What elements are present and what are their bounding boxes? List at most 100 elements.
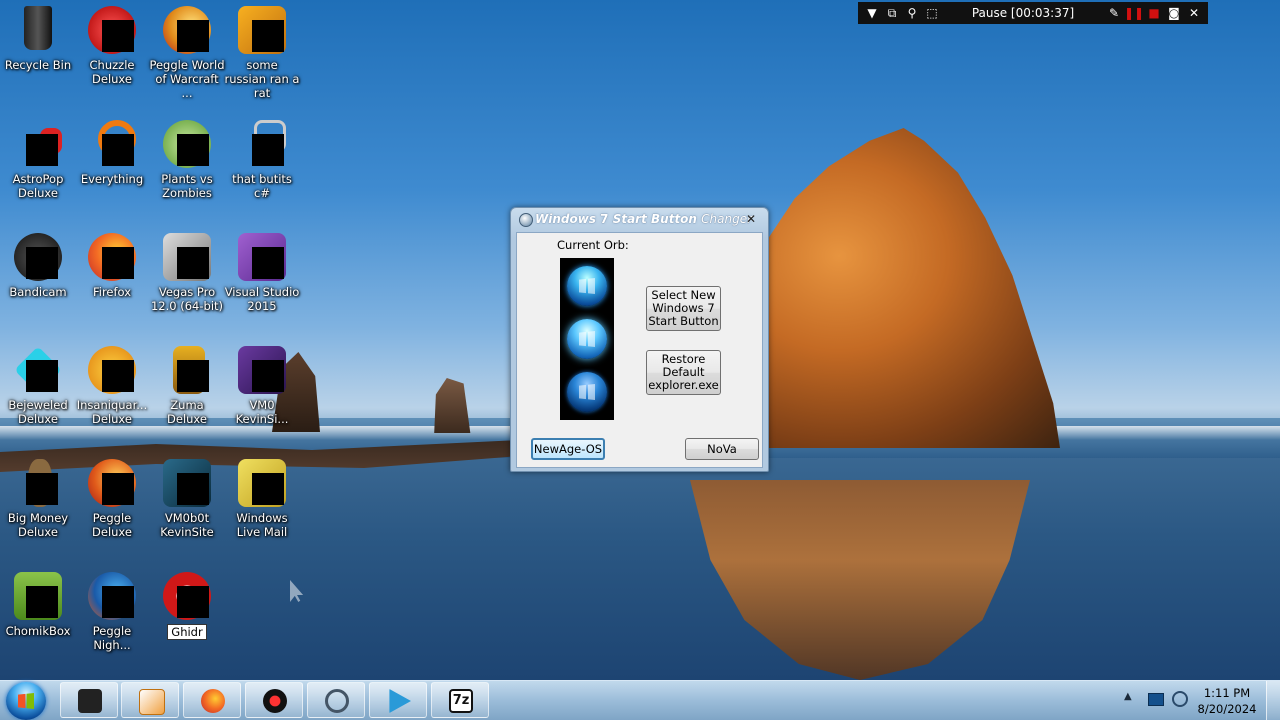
taskbar-item-vegas[interactable] (369, 682, 427, 718)
desktop-icon-label: Peggle World of Warcraft ... (149, 58, 225, 100)
desktop-icon-label: Bandicam (9, 285, 67, 299)
redacted-icon-overlay (102, 247, 134, 279)
terminal-icon (78, 689, 102, 713)
wallpaper-small-rock (434, 378, 471, 433)
redacted-icon-overlay (177, 473, 209, 505)
media-player-icon (139, 689, 165, 715)
redacted-icon-overlay (177, 20, 209, 52)
redacted-icon-overlay (252, 134, 284, 166)
desktop[interactable]: Recycle Bin AstroPop Deluxe Bandicam Bej… (0, 0, 1280, 680)
redacted-icon-overlay (177, 247, 209, 279)
search-icon[interactable]: ⚲ (902, 3, 922, 23)
taskbar-item-terminal[interactable] (60, 682, 118, 718)
redacted-icon-overlay (26, 247, 58, 279)
select-region-icon[interactable]: ⬚ (922, 3, 942, 23)
redacted-icon-overlay (102, 134, 134, 166)
pencil-icon[interactable]: ✎ (1104, 3, 1124, 23)
clock[interactable]: 1:11 PM 8/20/2024 (1196, 685, 1258, 717)
desktop-icon-label: Visual Studio 2015 (224, 285, 300, 313)
desktop-icon-label: Insaniquar... Deluxe (76, 398, 148, 426)
desktop-icon-zuma[interactable]: Zuma Deluxe (149, 346, 225, 426)
desktop-icon-bandicam[interactable]: Bandicam (0, 233, 76, 299)
redacted-icon-overlay (26, 586, 58, 618)
desktop-icon-windows-live-mail[interactable]: Windows Live Mail (224, 459, 300, 539)
desktop-icon-label: Plants vs Zombies (161, 172, 213, 200)
taskbar: 7z ▲ 1:11 PM 8/20/2024 (0, 680, 1280, 720)
redacted-icon-overlay (177, 586, 209, 618)
desktop-icon-label: Everything (80, 172, 144, 186)
desktop-icon-plants-vs-zombies[interactable]: Plants vs Zombies (149, 120, 225, 200)
nova-button[interactable]: NoVa (685, 438, 759, 460)
display-icon[interactable] (1148, 693, 1164, 706)
pause-icon[interactable]: ❚❚ (1124, 3, 1144, 23)
select-new-start-button[interactable]: Select New Windows 7 Start Button (646, 286, 721, 331)
start-orb-button[interactable] (6, 682, 46, 720)
desktop-icon-label: some russian ran a rat (224, 58, 300, 100)
desktop-icon-label: Windows Live Mail (236, 511, 288, 539)
redacted-icon-overlay (252, 473, 284, 505)
camera-icon[interactable]: ◙ (1164, 3, 1184, 23)
desktop-icon-recycle-bin[interactable]: Recycle Bin (0, 6, 76, 72)
desktop-icon-chomikbox[interactable]: ChomikBox (0, 572, 76, 638)
desktop-icon-ghidra[interactable]: Ghidr (149, 572, 225, 640)
taskbar-item-7zip[interactable]: 7z (431, 682, 489, 718)
desktop-icon-vm0b0t[interactable]: VM0b0t KevinSite (149, 459, 225, 539)
desktop-icon-peggle-wow[interactable]: Peggle World of Warcraft ... (149, 6, 225, 100)
clock-date: 8/20/2024 (1197, 702, 1257, 716)
show-desktop-button[interactable] (1266, 681, 1280, 720)
current-orb-label: Current Orb: (557, 238, 629, 252)
desktop-icon-astropop[interactable]: AstroPop Deluxe (0, 120, 76, 200)
desktop-icon-label: Vegas Pro 12.0 (64-bit) (150, 285, 224, 313)
window-titlebar[interactable]: Windows 7 Start Button Changer ✕ (511, 208, 768, 232)
desktop-icon-visual-studio[interactable]: Visual Studio 2015 (224, 233, 300, 313)
screen-recorder-bar[interactable]: ▼ ⧉ ⚲ ⬚ Pause [00:03:37] ✎ ❚❚ ■ ◙ ✕ (858, 2, 1208, 24)
taskbar-item-firefox[interactable] (183, 682, 241, 718)
desktop-icon-label: Peggle Deluxe (92, 511, 132, 539)
desktop-icon-label: Zuma Deluxe (167, 398, 207, 426)
desktop-icon-that-butits[interactable]: that butits c# (224, 120, 300, 200)
taskbar-item-bandicam[interactable] (245, 682, 303, 718)
desktop-icon-peggle-nights[interactable]: Peggle Nigh... (74, 572, 150, 652)
desktop-icon-insaniquarium[interactable]: Insaniquar... Deluxe (74, 346, 150, 426)
redacted-icon-overlay (252, 247, 284, 279)
desktop-icon-some-russian[interactable]: some russian ran a rat (224, 6, 300, 100)
window-title: Windows 7 Start Button Changer (535, 212, 753, 226)
dropdown-icon[interactable]: ▼ (862, 3, 882, 23)
window-client-area: Current Orb: Select New Windows 7 Start … (516, 232, 763, 468)
redacted-icon-overlay (102, 473, 134, 505)
desktop-icon-chuzzle[interactable]: Chuzzle Deluxe (74, 6, 150, 86)
start-button-changer-window[interactable]: Windows 7 Start Button Changer ✕ Current… (510, 207, 769, 472)
stop-icon[interactable]: ■ (1144, 3, 1164, 23)
desktop-icon-everything[interactable]: Everything (74, 120, 150, 186)
redacted-icon-overlay (252, 20, 284, 52)
7zip-icon: 7z (449, 689, 473, 713)
desktop-icon-big-money[interactable]: Big Money Deluxe (0, 459, 76, 539)
desktop-icon-firefox[interactable]: Firefox (74, 233, 150, 299)
app-icon (519, 213, 533, 227)
network-icon[interactable] (1172, 691, 1188, 707)
newage-os-button[interactable]: NewAge-OS (531, 438, 605, 460)
close-icon[interactable]: ✕ (1184, 3, 1204, 23)
taskbar-item-media-player[interactable] (121, 682, 179, 718)
desktop-icon-bejeweled[interactable]: Bejeweled Deluxe (0, 346, 76, 426)
windows-logo-icon (18, 693, 34, 709)
clock-time: 1:11 PM (1203, 686, 1251, 700)
orb-preview (560, 258, 614, 420)
show-hidden-icons-button[interactable]: ▲ (1124, 691, 1132, 702)
desktop-icon-vm0-kevinsite[interactable]: VM0 KevinSi... (224, 346, 300, 426)
desktop-icon-vegas-pro[interactable]: Vegas Pro 12.0 (64-bit) (149, 233, 225, 313)
desktop-icon-label: Firefox (92, 285, 132, 299)
desktop-icon-peggle-deluxe[interactable]: Peggle Deluxe (74, 459, 150, 539)
rename-input[interactable]: Ghidr (167, 624, 207, 640)
restore-window-icon[interactable]: ⧉ (882, 3, 902, 23)
desktop-icon-label: ChomikBox (5, 624, 71, 638)
redacted-icon-overlay (26, 473, 58, 505)
close-button[interactable]: ✕ (742, 211, 760, 227)
restore-default-button[interactable]: Restore Default explorer.exe (646, 350, 721, 395)
taskbar-item-tool[interactable] (307, 682, 365, 718)
bandicam-record-icon (263, 689, 287, 713)
redacted-icon-overlay (26, 134, 58, 166)
desktop-icon-label: VM0b0t KevinSite (160, 511, 214, 539)
redacted-icon-overlay (102, 20, 134, 52)
redacted-icon-overlay (102, 360, 134, 392)
